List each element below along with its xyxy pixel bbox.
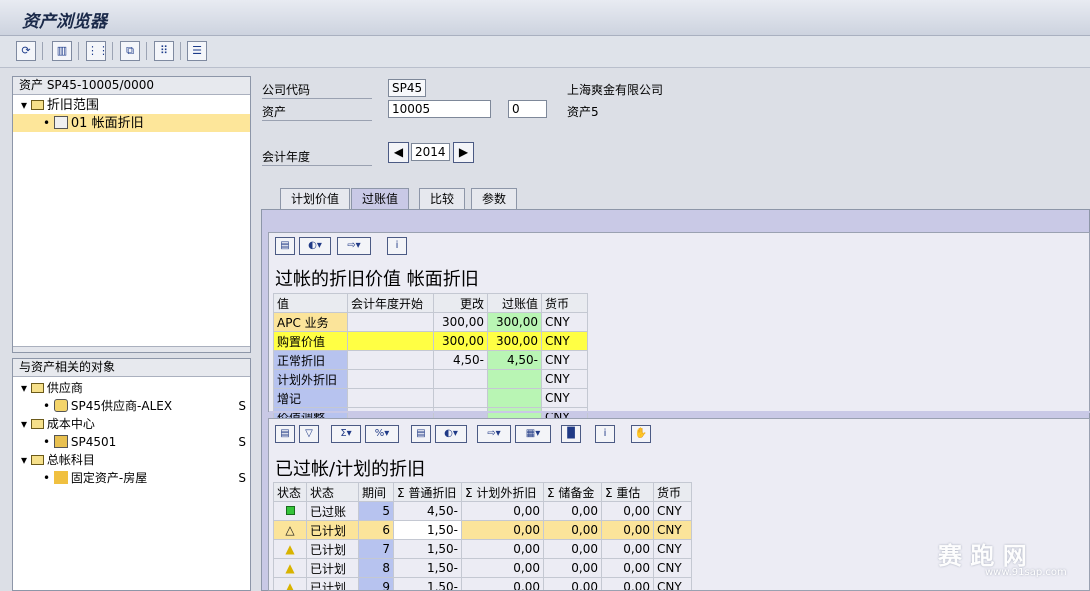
tree-node-cost-center-item[interactable]: • SP4501 S (13, 433, 250, 451)
layout-menu-icon[interactable]: ▦▾ (515, 425, 551, 443)
posted-values-table: 值 会计年度开始 更改 过账值 货币 APC 业务 300,00 300,00 … (273, 293, 588, 427)
status-yellow-icon: ▲ (273, 577, 307, 590)
refresh-icon[interactable]: ⟳ (16, 41, 36, 61)
table-row[interactable]: 购置价值 300,00 300,00 CNY (273, 331, 588, 351)
grid-icon[interactable]: ⠿ (154, 41, 174, 61)
asset-tree-header: 资产 SP45-10005/0000 (13, 77, 250, 95)
table-row[interactable]: 正常折旧 4,50- 4,50- CNY (273, 350, 588, 370)
status-yellow-icon: ▲ (273, 539, 307, 559)
expand-arrow-icon[interactable]: ▾ (21, 381, 27, 395)
info-icon[interactable]: i (595, 425, 615, 443)
tree-node-cost-center[interactable]: ▾ 成本中心 (13, 415, 250, 433)
tab-comparison[interactable]: 比较 (419, 188, 466, 209)
tree-node-gl-account[interactable]: ▾ 总帐科目 (13, 451, 250, 469)
asset-name: 资产5 (567, 105, 599, 119)
hand-icon[interactable]: ✋ (631, 425, 651, 443)
table-row[interactable]: ▲ 已计划 9 1,50- 0,00 0,00 0,00 CNY (273, 577, 692, 590)
truck-icon (53, 399, 68, 412)
view-menu-icon[interactable]: ◐▾ (299, 237, 331, 255)
print-preview-icon[interactable]: ▤ (411, 425, 431, 443)
company-name: 上海爽金有限公司 (567, 83, 664, 97)
chart-icon[interactable]: ▐▌ (561, 425, 581, 443)
previous-year-button[interactable]: ◀ (388, 142, 409, 163)
table-row[interactable]: △ 已计划 6 1,50- 0,00 0,00 0,00 CNY (273, 520, 692, 540)
status-yellow-icon: ▲ (273, 558, 307, 578)
tree-node-book-depreciation[interactable]: • 01 帐面折旧 (13, 114, 250, 132)
layout-icon[interactable]: ▥ (52, 41, 72, 61)
asset-label: 资产 (262, 103, 372, 121)
related-objects-header: 与资产相关的对象 (13, 359, 250, 377)
toolbar-separator (146, 42, 147, 60)
toolbar-separator (180, 42, 181, 60)
depreciation-title: 已过帐/计划的折旧 (275, 459, 426, 480)
list-icon[interactable]: ☰ (187, 41, 207, 61)
expand-arrow-icon[interactable]: ▾ (21, 453, 27, 467)
tree-node-vendor-item[interactable]: • SP45供应商-ALEX S (13, 397, 250, 415)
tree-node-gl-account-item[interactable]: • 固定资产-房屋 S (13, 469, 250, 487)
tree-node-vendor[interactable]: ▾ 供应商 (13, 379, 250, 397)
watermark-logo: 赛 跑 网 (938, 542, 1027, 570)
export-menu-icon[interactable]: ⇨▾ (477, 425, 511, 443)
table-row[interactable]: APC 业务 300,00 300,00 CNY (273, 312, 588, 332)
tab-planned-values[interactable]: 计划价值 (280, 188, 351, 209)
tree-icon[interactable]: ⋮⋮ (86, 41, 109, 61)
table-row[interactable]: 已过账 5 4,50- 0,00 0,00 0,00 CNY (273, 501, 692, 521)
table-row[interactable]: ▲ 已计划 8 1,50- 0,00 0,00 0,00 CNY (273, 558, 692, 578)
folder-icon (30, 455, 44, 465)
building-icon (53, 435, 68, 448)
asset-number-field[interactable]: 10005 (388, 100, 491, 118)
watermark-url: www.91sap.com (985, 567, 1067, 578)
toolbar-separator (112, 42, 113, 60)
company-code-label: 公司代码 (262, 81, 372, 99)
subtotal-menu-icon[interactable]: %▾ (365, 425, 399, 443)
folder-icon (30, 100, 44, 110)
section-splitter[interactable] (269, 411, 1090, 413)
expand-arrow-icon[interactable]: ▾ (21, 98, 27, 112)
table-row[interactable]: 计划外折旧 CNY (273, 369, 588, 389)
print-icon[interactable]: ▤ (275, 425, 295, 443)
status-green-icon (273, 501, 307, 521)
filter-icon[interactable]: ▽ (299, 425, 319, 443)
copy-icon[interactable]: ⧉ (120, 41, 140, 61)
expand-arrow-icon[interactable]: ▾ (21, 417, 27, 431)
posted-values-title: 过帐的折旧价值 帐面折旧 (275, 269, 479, 290)
view-menu-icon[interactable]: ◐▾ (435, 425, 467, 443)
depreciation-table: 状态 状态 期间 Σ 普通折旧 Σ 计划外折旧 Σ 储备金 Σ 重估 货币 已过… (273, 482, 692, 590)
status-yellow-icon: △ (273, 520, 307, 540)
print-icon[interactable]: ▤ (275, 237, 295, 255)
export-menu-icon[interactable]: ⇨▾ (337, 237, 371, 255)
folder-icon (30, 383, 44, 393)
toolbar-separator (42, 42, 43, 60)
folder-icon (30, 419, 44, 429)
tree-node-depreciation-area[interactable]: ▾ 折旧范围 (13, 96, 250, 114)
table-header-row: 值 会计年度开始 更改 过账值 货币 (273, 293, 588, 313)
hand-pointer-icon (53, 471, 68, 484)
info-icon[interactable]: i (387, 237, 407, 255)
table-header-row: 状态 状态 期间 Σ 普通折旧 Σ 计划外折旧 Σ 储备金 Σ 重估 货币 (273, 482, 692, 502)
tab-parameters[interactable]: 参数 (471, 188, 518, 209)
asset-tree-panel: 资产 SP45-10005/0000 ▾ 折旧范围 • 01 帐面折旧 (12, 76, 251, 353)
tab-posted-values[interactable]: 过账值 (351, 188, 410, 209)
next-year-button[interactable]: ▶ (453, 142, 474, 163)
fiscal-year-field[interactable]: 2014 (411, 143, 450, 161)
posted-values-section: ▤ ◐▾ ⇨▾ i 过帐的折旧价值 帐面折旧 值 会计年度开始 更改 过账值 货… (268, 232, 1090, 427)
asset-subnumber-field[interactable]: 0 (508, 100, 547, 118)
toolbar-separator (78, 42, 79, 60)
sum-menu-icon[interactable]: Σ▾ (331, 425, 361, 443)
toolbar: ⟳ ▥ ⋮⋮ ⧉ ⠿ ☰ (0, 36, 1090, 68)
title-bar: 资产浏览器 (0, 0, 1090, 36)
window-title: 资产浏览器 (22, 12, 107, 32)
company-code-field[interactable]: SP45 (388, 79, 426, 97)
splitter-handle[interactable] (13, 346, 250, 352)
fiscal-year-label: 会计年度 (262, 148, 372, 166)
table-row[interactable]: 增记 CNY (273, 388, 588, 408)
related-objects-panel: 与资产相关的对象 ▾ 供应商 • SP45供应商-ALEX S ▾ 成本中心 •… (12, 358, 251, 591)
table-row[interactable]: ▲ 已计划 7 1,50- 0,00 0,00 0,00 CNY (273, 539, 692, 559)
table-icon (53, 116, 68, 129)
